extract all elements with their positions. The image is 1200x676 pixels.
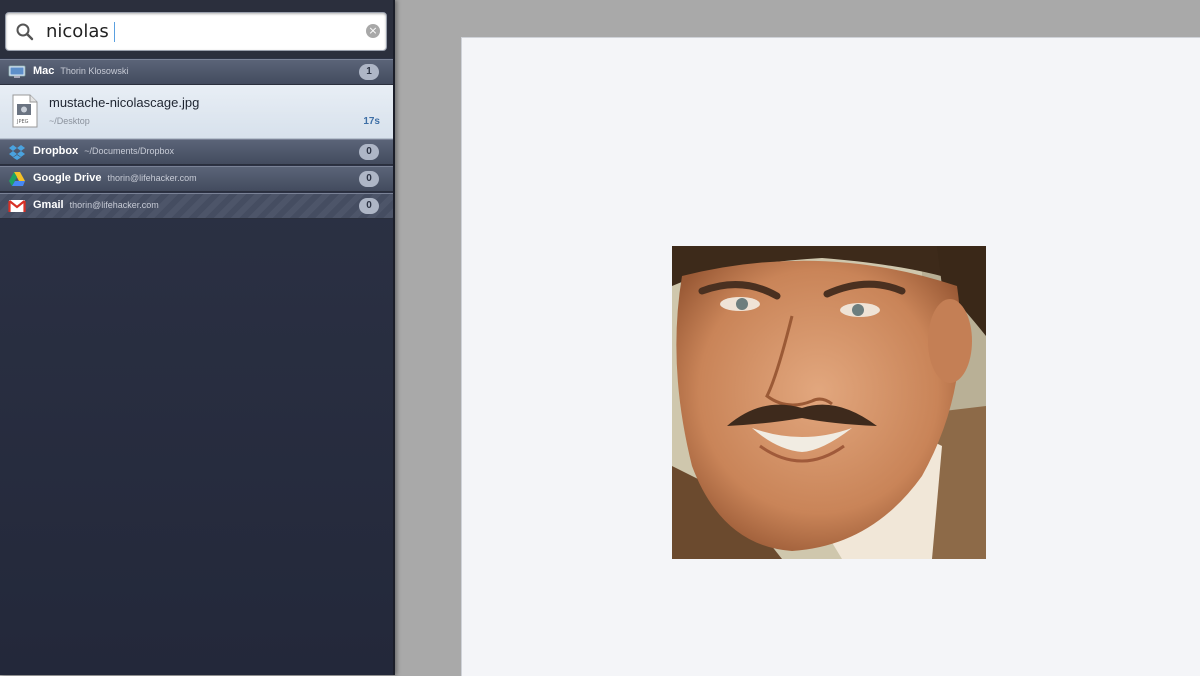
- mac-icon: [8, 65, 26, 78]
- search-input[interactable]: [46, 19, 356, 43]
- count-badge: 1: [359, 64, 379, 80]
- text-caret: [114, 22, 115, 42]
- preview-photo: [672, 246, 986, 559]
- result-age: 17s: [363, 116, 380, 127]
- svg-text:JPEG: JPEG: [16, 119, 29, 125]
- count-badge: 0: [359, 171, 379, 187]
- count-badge: 0: [359, 144, 379, 160]
- jpeg-file-icon: JPEG: [12, 94, 38, 128]
- group-dropbox[interactable]: Dropbox ~/Documents/Dropbox 0: [0, 139, 393, 165]
- search-panel: × MacThorin Klosowski 1 JPEG mustache-ni…: [0, 0, 395, 675]
- dropbox-icon: [9, 145, 25, 160]
- clear-search-icon[interactable]: ×: [366, 24, 380, 38]
- gmail-icon: [8, 200, 26, 212]
- count-badge: 0: [359, 198, 379, 214]
- result-filename: mustache-nicolascage.jpg: [49, 95, 200, 110]
- group-label: Google Drive thorin@lifehacker.com: [33, 172, 197, 184]
- result-path: ~/Desktop: [49, 116, 90, 126]
- group-label: Dropbox ~/Documents/Dropbox: [33, 145, 175, 157]
- search-field[interactable]: ×: [5, 12, 387, 51]
- group-gmail[interactable]: Gmail thorin@lifehacker.com 0: [0, 193, 393, 219]
- result-item[interactable]: JPEG mustache-nicolascage.jpg ~/Desktop …: [0, 85, 393, 139]
- search-bar: ×: [0, 0, 393, 58]
- search-icon: [16, 23, 34, 41]
- group-google-drive[interactable]: Google Drive thorin@lifehacker.com 0: [0, 166, 393, 192]
- google-drive-icon: [9, 172, 25, 186]
- group-mac[interactable]: Mac Thorin Klosowski 1: [0, 59, 393, 85]
- group-label: Mac Thorin Klosowski: [33, 65, 129, 77]
- group-label: Gmail thorin@lifehacker.com: [33, 199, 159, 211]
